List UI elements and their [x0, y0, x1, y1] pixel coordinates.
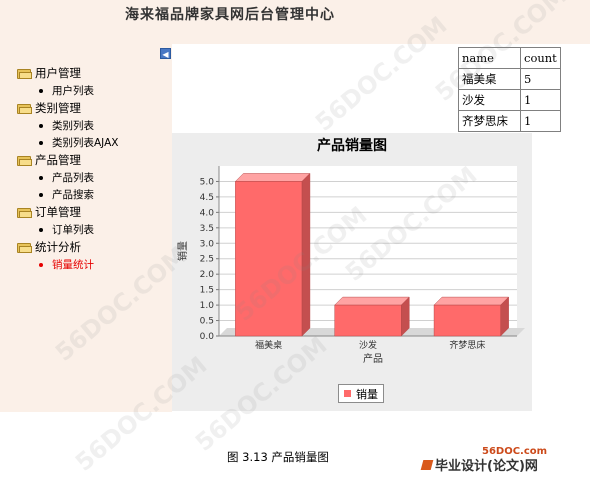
table-header-count: count — [520, 47, 561, 69]
menu-item-category-list-ajax[interactable]: 类别列表AJAX — [39, 134, 172, 151]
y-tick-label: 5.0 — [200, 177, 215, 187]
bullet-icon — [39, 88, 43, 93]
menu-item-label: 订单列表 — [52, 224, 94, 236]
bar-side — [301, 172, 311, 337]
menu-group-stats-header[interactable]: 统计分析 — [17, 238, 172, 256]
table-cell-name: 沙发 — [458, 89, 521, 111]
folder-icon — [17, 68, 32, 79]
table-cell-count: 1 — [520, 89, 561, 111]
menu-group-label: 订单管理 — [35, 205, 81, 219]
legend-label: 销量 — [356, 387, 378, 401]
menu-group-user: 用户管理 用户列表 — [17, 64, 172, 99]
menu-group-stats: 统计分析 销量统计 — [17, 238, 172, 273]
bar-top — [234, 173, 311, 182]
table-cell-name: 福美桌 — [458, 68, 521, 90]
table-header-name: name — [458, 47, 521, 69]
sidebar-menu: 用户管理 用户列表 类别管理 类别列表 类别列表AJAX 产品管理 产品列表 产… — [17, 64, 172, 273]
menu-item-user-list[interactable]: 用户列表 — [39, 82, 172, 99]
menu-group-label: 产品管理 — [35, 153, 81, 167]
logo-mark-icon — [420, 459, 434, 470]
page-title: 海来福品牌家具网后台管理中心 — [125, 7, 335, 23]
menu-group-product-header[interactable]: 产品管理 — [17, 151, 172, 169]
folder-icon — [17, 103, 32, 114]
menu-group-product: 产品管理 产品列表 产品搜索 — [17, 151, 172, 203]
menu-item-label: 类别列表AJAX — [52, 137, 119, 149]
menu-item-product-list[interactable]: 产品列表 — [39, 169, 172, 186]
x-axis-title: 产品 — [363, 352, 383, 365]
folder-icon — [17, 242, 32, 253]
table-row: 沙发 1 — [458, 89, 561, 111]
y-tick-label: 1.5 — [200, 286, 214, 296]
bullet-icon — [39, 262, 43, 267]
menu-item-label: 用户列表 — [52, 85, 94, 97]
bar-top — [334, 296, 410, 306]
y-tick-label: 1.0 — [200, 301, 215, 311]
x-tick-label: 福美桌 — [255, 339, 282, 351]
header-bar: 海来福品牌家具网后台管理中心 — [0, 0, 590, 44]
menu-group-category: 类别管理 类别列表 类别列表AJAX — [17, 99, 172, 151]
bullet-icon — [39, 123, 43, 128]
figure-caption: 图 3.13 产品销量图 — [227, 450, 329, 464]
y-tick-label: 3.0 — [200, 239, 215, 249]
menu-item-category-list[interactable]: 类别列表 — [39, 117, 172, 134]
x-tick-label: 沙发 — [359, 339, 377, 351]
menu-item-label: 产品搜索 — [52, 189, 94, 201]
menu-item-product-search[interactable]: 产品搜索 — [39, 186, 172, 203]
site-logo: 毕业设计(论文)网 — [420, 455, 538, 474]
menu-item-order-list[interactable]: 订单列表 — [39, 221, 172, 238]
menu-group-order-header[interactable]: 订单管理 — [17, 203, 172, 221]
chart-legend: 销量 — [338, 384, 384, 403]
y-tick-label: 3.5 — [200, 224, 214, 234]
bullet-icon — [39, 192, 43, 197]
y-tick-label: 2.5 — [200, 255, 214, 265]
menu-item-label: 销量统计 — [52, 259, 94, 271]
y-tick-label: 0.5 — [200, 317, 214, 327]
y-axis-title: 销量 — [176, 241, 189, 261]
bullet-icon — [39, 140, 43, 145]
menu-item-sales-stats[interactable]: 销量统计 — [39, 256, 172, 273]
sales-count-table: name count 福美桌 5 沙发 1 齐梦思床 1 — [458, 47, 561, 132]
bullet-icon — [39, 227, 43, 232]
bar — [334, 304, 402, 337]
collapse-arrow-icon[interactable]: ◀ — [160, 48, 171, 59]
legend-swatch — [344, 390, 351, 397]
logo-text: 毕业设计(论文)网 — [435, 459, 538, 474]
folder-icon — [17, 155, 32, 166]
menu-item-label: 类别列表 — [52, 120, 94, 132]
table-cell-name: 齐梦思床 — [458, 110, 521, 132]
y-tick-label: 4.0 — [200, 208, 215, 218]
menu-group-category-header[interactable]: 类别管理 — [17, 99, 172, 117]
table-row: 福美桌 5 — [458, 68, 561, 90]
bullet-icon — [39, 175, 43, 180]
y-tick-label: 2.0 — [200, 270, 215, 280]
bar — [433, 304, 501, 337]
bar — [235, 181, 303, 337]
x-tick-label: 齐梦思床 — [449, 339, 485, 351]
menu-group-order: 订单管理 订单列表 — [17, 203, 172, 238]
menu-group-label: 统计分析 — [35, 240, 81, 254]
table-row: 齐梦思床 1 — [458, 110, 561, 132]
menu-group-user-header[interactable]: 用户管理 — [17, 64, 172, 82]
y-tick-label: 4.5 — [200, 193, 214, 203]
folder-icon — [17, 207, 32, 218]
table-header-row: name count — [458, 47, 561, 69]
table-cell-count: 5 — [520, 68, 561, 90]
table-cell-count: 1 — [520, 110, 561, 132]
menu-group-label: 用户管理 — [35, 66, 81, 80]
menu-item-label: 产品列表 — [52, 172, 94, 184]
sales-bar-chart: 0.0 0.5 1.0 1.5 2.0 2.5 3.0 3.5 4.0 4.5 5.0 福美桌 沙发 齐梦… — [176, 166, 525, 365]
menu-group-label: 类别管理 — [35, 101, 81, 115]
bar-top — [433, 296, 510, 306]
sales-chart-panel: 产品销量图 0.0 0.5 1.0 1.5 2.0 2.5 3.0 3.5 4.0 4.5 5.0 福… — [172, 133, 532, 411]
y-tick-label: 0.0 — [200, 332, 215, 342]
